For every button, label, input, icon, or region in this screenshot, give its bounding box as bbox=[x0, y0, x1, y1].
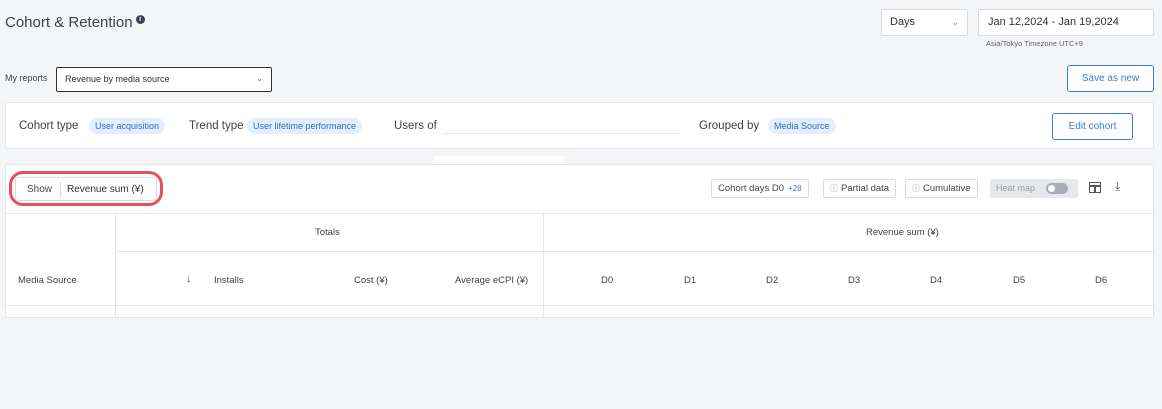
chevron-down-icon: ⌄ bbox=[256, 74, 263, 83]
table-columns-icon[interactable] bbox=[1089, 182, 1101, 193]
day-column-header[interactable]: D2 bbox=[766, 275, 778, 286]
cohort-days-plus: +28 bbox=[788, 184, 802, 193]
day-column-header[interactable]: D3 bbox=[848, 275, 860, 286]
day-column-header[interactable]: D1 bbox=[684, 275, 696, 286]
day-column-header[interactable]: D6 bbox=[1095, 275, 1107, 286]
partial-data-button[interactable]: ⓘ Partial data bbox=[823, 179, 897, 198]
cohort-days-label: Cohort days D0 bbox=[718, 183, 785, 194]
toggle-switch[interactable] bbox=[1046, 183, 1068, 194]
save-as-new-button[interactable]: Save as new bbox=[1067, 65, 1154, 92]
highlight-annotation bbox=[9, 171, 163, 206]
help-circle-icon: ⓘ bbox=[830, 184, 838, 193]
heat-map-toggle[interactable]: Heat map bbox=[990, 179, 1078, 198]
day-column-header[interactable]: D5 bbox=[1013, 275, 1025, 286]
grouped-by-label: Grouped by bbox=[699, 120, 760, 132]
help-circle-icon: ⓘ bbox=[912, 184, 920, 193]
cost-header[interactable]: Cost (¥) bbox=[354, 275, 388, 286]
heat-map-label: Heat map bbox=[996, 183, 1036, 193]
page-title-text: Cohort & Retention bbox=[5, 14, 133, 31]
cohort-days-button[interactable]: Cohort days D0 +28 bbox=[711, 179, 809, 198]
my-reports-value: Revenue by media source bbox=[65, 74, 170, 84]
trend-type-label: Trend type bbox=[189, 120, 244, 132]
table-divider bbox=[115, 213, 116, 318]
partial-data-label: Partial data bbox=[841, 183, 890, 194]
cohort-type-label: Cohort type bbox=[19, 120, 79, 132]
page-title: Cohort & Retention i bbox=[5, 14, 145, 31]
date-range-picker[interactable]: Jan 12,2024 - Jan 19,2024 bbox=[978, 9, 1154, 36]
day-column-header[interactable]: D0 bbox=[601, 275, 613, 286]
users-of-label: Users of bbox=[394, 120, 437, 132]
cohort-settings-bar bbox=[5, 102, 1154, 149]
download-icon[interactable]: ⤓ bbox=[1115, 179, 1120, 194]
users-of-field[interactable] bbox=[443, 133, 680, 134]
info-icon[interactable]: i bbox=[135, 15, 145, 24]
date-range-value: Jan 12,2024 - Jan 19,2024 bbox=[988, 16, 1119, 28]
period-select[interactable]: Days ⌄ bbox=[881, 9, 968, 36]
edit-cohort-button[interactable]: Edit cohort bbox=[1052, 113, 1133, 140]
average-ecpi-header[interactable]: Average eCPI (¥) bbox=[455, 275, 528, 286]
totals-header: Totals bbox=[315, 227, 340, 238]
my-reports-label: My reports bbox=[5, 73, 48, 83]
trend-type-chip[interactable]: User lifetime performance bbox=[247, 118, 363, 134]
installs-header[interactable]: Installs bbox=[214, 275, 244, 286]
my-reports-select[interactable]: Revenue by media source ⌄ bbox=[56, 67, 272, 92]
cumulative-label: Cumulative bbox=[923, 183, 971, 194]
results-panel bbox=[5, 164, 1154, 318]
table-divider bbox=[5, 213, 1154, 214]
timezone-label: Asia/Tokyo Timezone UTC+9 bbox=[986, 39, 1083, 48]
cohort-type-chip[interactable]: User acquisition bbox=[89, 118, 166, 134]
table-divider bbox=[5, 305, 1154, 306]
chevron-down-icon: ⌄ bbox=[951, 17, 959, 27]
day-column-header[interactable]: D4 bbox=[930, 275, 942, 286]
media-source-header[interactable]: Media Source bbox=[18, 275, 77, 286]
period-select-value: Days bbox=[890, 16, 916, 28]
table-divider bbox=[115, 251, 1154, 252]
table-divider bbox=[543, 213, 544, 318]
grouped-by-chip[interactable]: Media Source bbox=[768, 118, 836, 134]
cumulative-button[interactable]: ⓘ Cumulative bbox=[905, 179, 978, 198]
sort-arrow-icon[interactable]: ↓ bbox=[186, 273, 192, 285]
revenue-sum-header: Revenue sum (¥) bbox=[866, 227, 939, 238]
